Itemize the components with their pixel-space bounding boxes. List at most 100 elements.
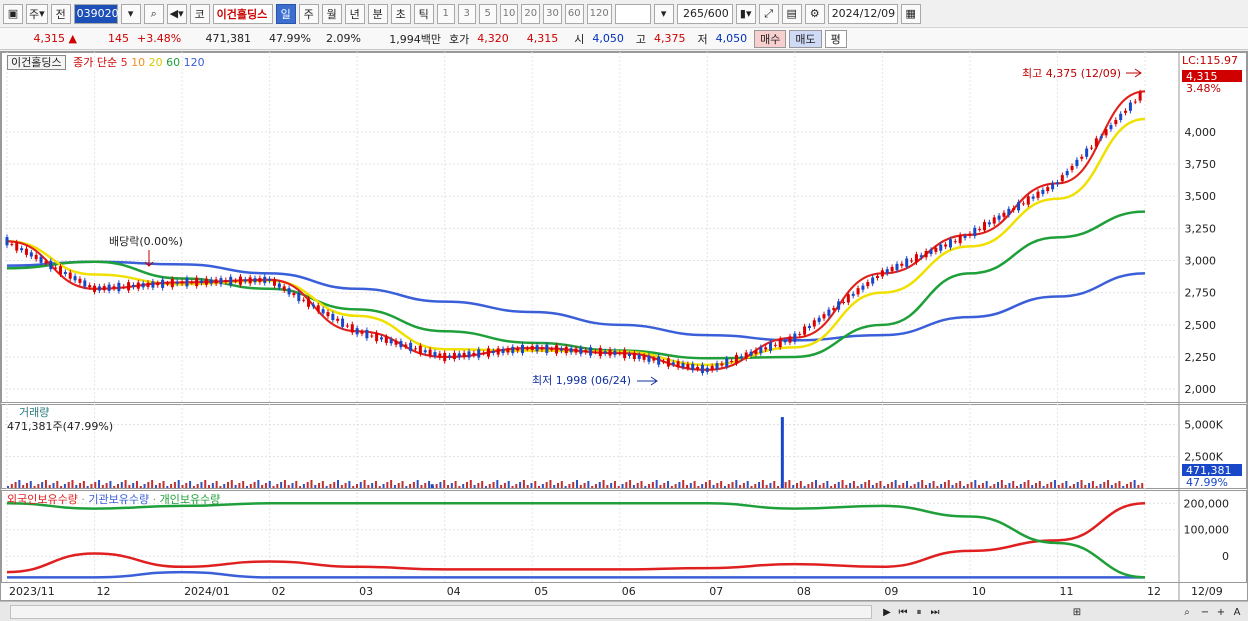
volume-bar bbox=[701, 484, 704, 488]
volume-bar bbox=[1046, 484, 1049, 488]
candle-body bbox=[165, 283, 169, 285]
interval-3[interactable]: 3 bbox=[457, 3, 476, 24]
candle-body bbox=[467, 351, 471, 358]
volume-bar bbox=[439, 482, 442, 488]
prev-button[interactable]: 전 bbox=[50, 3, 71, 24]
volume-bar bbox=[576, 480, 578, 488]
zoom-icon[interactable]: ⌕ bbox=[1180, 605, 1194, 619]
stock-code-input[interactable]: 039020 bbox=[73, 3, 119, 24]
chart-scrollbar[interactable] bbox=[10, 605, 872, 619]
period-year[interactable]: 년 bbox=[344, 3, 365, 24]
candle-body bbox=[593, 351, 597, 353]
candle-settings-icon[interactable]: ▮▾ bbox=[735, 3, 756, 24]
volume-bar bbox=[56, 481, 59, 488]
period-month[interactable]: 월 bbox=[321, 3, 342, 24]
chart-area[interactable]: 4,000 3,750 3,500 3,250 3,000 2,750 2,500 2,250… bbox=[0, 51, 1248, 601]
interval-dropdown-icon[interactable]: ▾ bbox=[653, 3, 674, 24]
candle-body bbox=[350, 324, 354, 333]
candle-body bbox=[812, 320, 816, 327]
interval-20[interactable]: 20 bbox=[521, 3, 541, 24]
volume-bar bbox=[856, 486, 859, 488]
market-select[interactable]: 주 ▾ bbox=[26, 3, 48, 24]
buy-button[interactable]: 매수 bbox=[754, 29, 787, 48]
scroll-end-icon[interactable]: ⏭ bbox=[928, 605, 942, 619]
calendar-icon[interactable]: ▦ bbox=[900, 3, 921, 24]
count-field[interactable]: 265/600 bbox=[676, 3, 733, 24]
candle-body bbox=[841, 301, 845, 303]
speaker-icon[interactable]: ◀▾ bbox=[166, 3, 187, 24]
volume-bar bbox=[94, 482, 97, 488]
font-size-icon[interactable]: A bbox=[1230, 605, 1244, 619]
volume-tick-label: 2,500K bbox=[1184, 450, 1223, 463]
candle-body bbox=[783, 340, 787, 343]
scroll-start-icon[interactable]: ⏮ bbox=[896, 605, 910, 619]
volume-bar bbox=[522, 480, 525, 488]
interval-120[interactable]: 120 bbox=[586, 3, 612, 24]
zoom-out-icon[interactable]: − bbox=[1198, 605, 1212, 619]
volume-bar bbox=[181, 485, 184, 488]
volume-bar bbox=[227, 482, 230, 488]
save-icon[interactable]: ▤ bbox=[781, 3, 802, 24]
layout-icon[interactable]: ⊞ bbox=[1070, 605, 1084, 619]
pause-icon[interactable]: ⏸ bbox=[912, 605, 926, 619]
candle-body bbox=[302, 299, 306, 301]
interval-30[interactable]: 30 bbox=[543, 3, 562, 24]
candle-body bbox=[73, 276, 77, 281]
volume-bar bbox=[268, 481, 271, 488]
candle-body bbox=[997, 215, 1001, 220]
last-volume-rate-tag: 47.99% bbox=[1186, 476, 1228, 489]
interval-5[interactable]: 5 bbox=[478, 3, 497, 24]
x-tick-label: 07 bbox=[709, 585, 723, 598]
volume-bar bbox=[845, 485, 848, 488]
volume-bar bbox=[959, 481, 962, 488]
interval-1[interactable]: 1 bbox=[436, 3, 455, 24]
interval-10[interactable]: 10 bbox=[499, 3, 519, 24]
sell-button[interactable]: 매도 bbox=[789, 29, 822, 48]
date-input[interactable]: 2024/12/09 bbox=[827, 3, 898, 24]
volume-bar bbox=[401, 481, 404, 488]
candle-body bbox=[983, 222, 987, 231]
price-change: 145 bbox=[108, 32, 129, 45]
scroll-right-icon[interactable]: ▶ bbox=[880, 605, 894, 619]
window-icon[interactable]: ▣ bbox=[3, 3, 23, 24]
volume-bar bbox=[22, 485, 25, 488]
gear-icon[interactable]: ⚙ bbox=[804, 3, 825, 24]
candle-body bbox=[1002, 212, 1006, 217]
volume-bar bbox=[803, 486, 806, 488]
candle-body bbox=[360, 331, 364, 334]
candle-body bbox=[486, 348, 490, 357]
candle-body bbox=[175, 281, 179, 284]
candle-body bbox=[1094, 138, 1098, 147]
candle-body bbox=[477, 349, 481, 358]
period-day[interactable]: 일 bbox=[275, 3, 296, 24]
volume-bar bbox=[287, 485, 290, 488]
period-second[interactable]: 초 bbox=[390, 3, 411, 24]
candle-body bbox=[671, 362, 675, 365]
volume-bar bbox=[82, 481, 85, 488]
period-minute[interactable]: 분 bbox=[367, 3, 388, 24]
eval-button[interactable]: 평 bbox=[824, 29, 847, 48]
x-tick-label: 06 bbox=[622, 585, 636, 598]
candle-body bbox=[151, 281, 155, 288]
volume-bar bbox=[761, 480, 764, 488]
period-tick[interactable]: 틱 bbox=[413, 3, 434, 24]
zoom-in-icon[interactable]: + bbox=[1214, 605, 1228, 619]
volume-bar bbox=[443, 480, 446, 488]
draw-tool-icon[interactable]: ⤢ bbox=[758, 3, 779, 24]
volume-bar bbox=[1114, 483, 1117, 488]
volume-bar bbox=[1027, 480, 1030, 488]
candle-body bbox=[423, 350, 427, 353]
volume-bar bbox=[253, 482, 256, 488]
candle-body bbox=[793, 333, 797, 342]
volume-bar bbox=[450, 483, 453, 488]
volume-bar bbox=[962, 486, 965, 488]
candle-body bbox=[1080, 156, 1084, 159]
interval-custom-input[interactable] bbox=[614, 3, 651, 24]
interval-60[interactable]: 60 bbox=[564, 3, 584, 24]
search-icon[interactable]: ⌕ bbox=[143, 3, 164, 24]
volume-bar bbox=[1034, 483, 1037, 488]
code-dropdown-icon[interactable]: ▾ bbox=[120, 3, 141, 24]
period-week[interactable]: 주 bbox=[298, 3, 319, 24]
candle-body bbox=[885, 269, 889, 274]
candle-body bbox=[1060, 175, 1064, 182]
